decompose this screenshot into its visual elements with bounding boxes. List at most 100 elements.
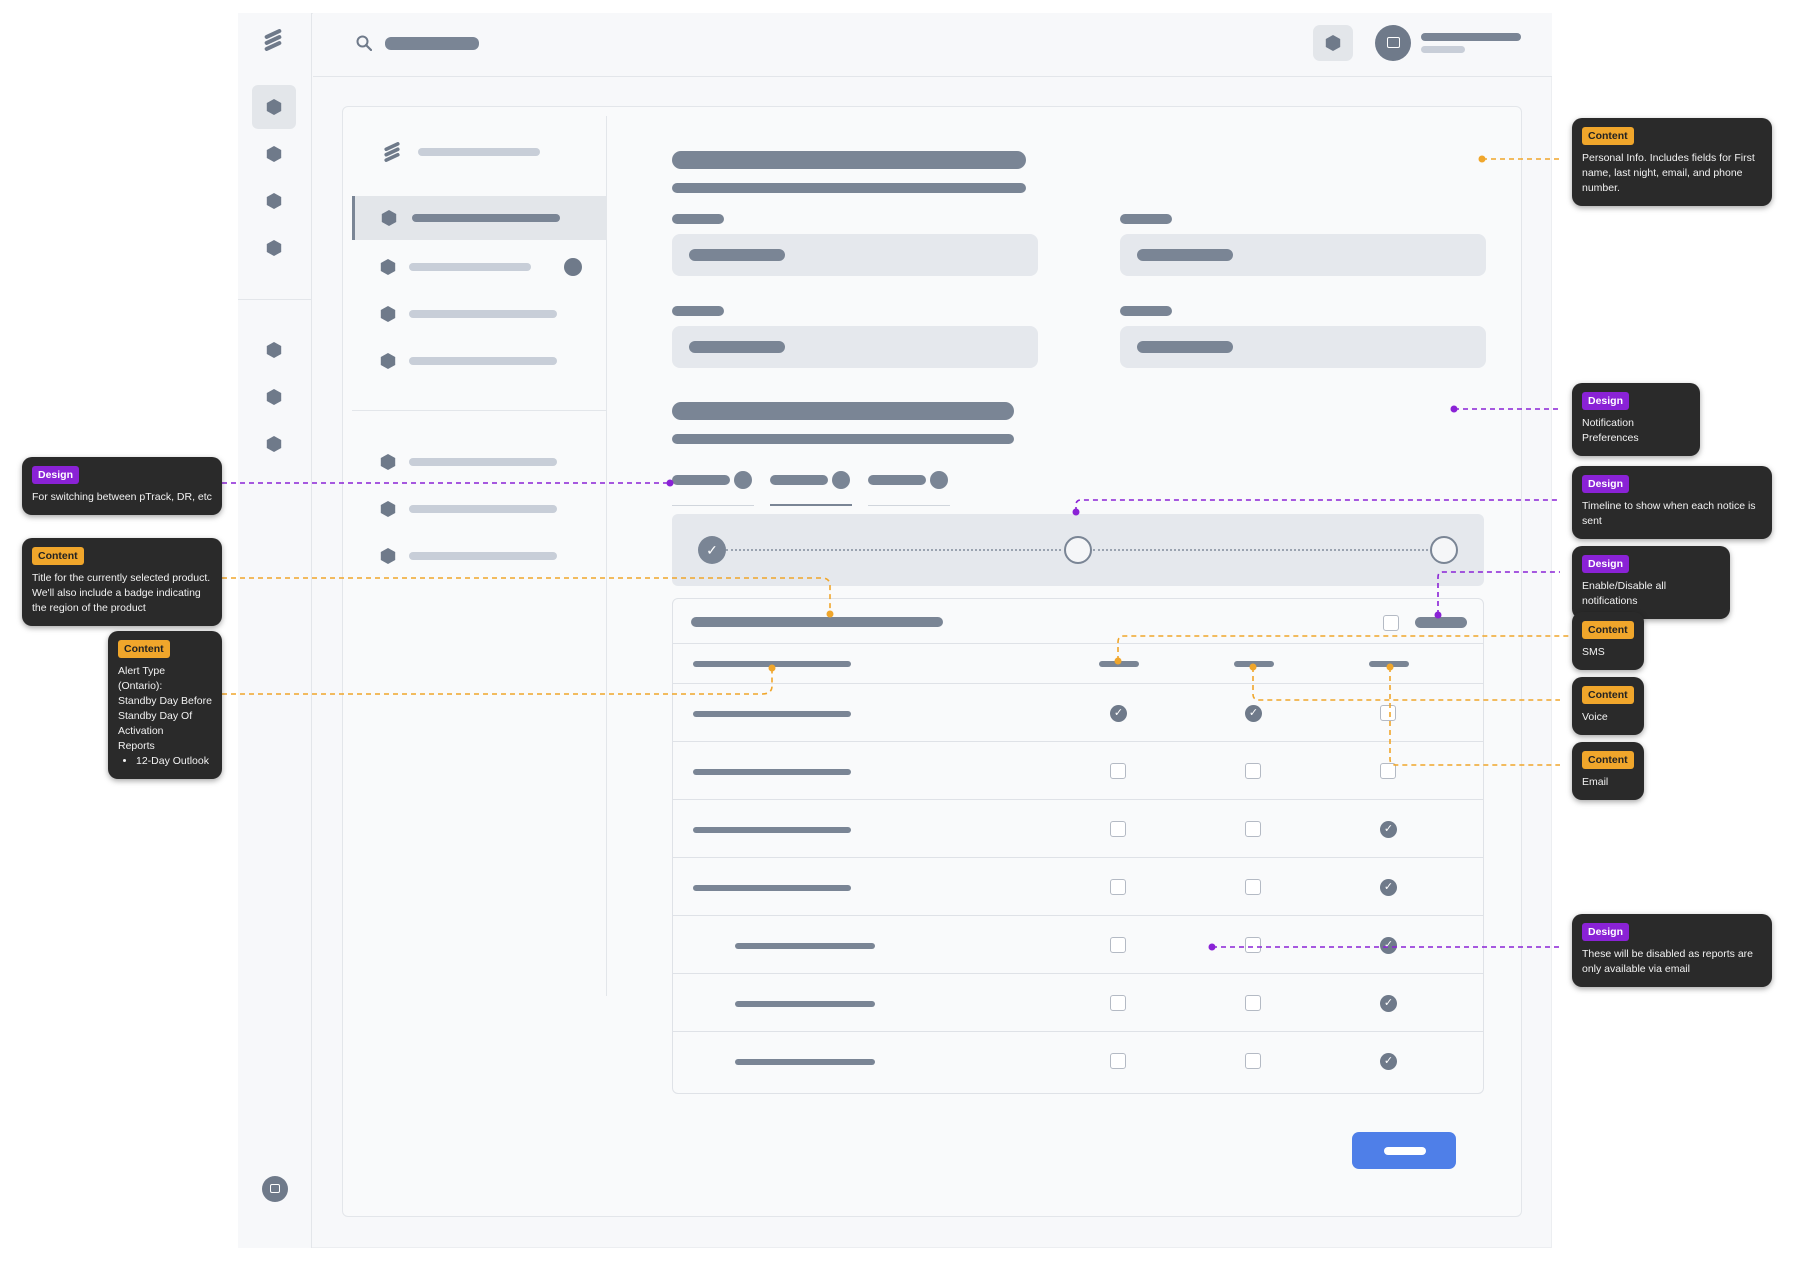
field-label bbox=[672, 306, 724, 316]
hexagon-icon bbox=[380, 353, 396, 369]
rail-item-active[interactable] bbox=[252, 85, 296, 129]
content-tag: Content bbox=[1582, 686, 1634, 704]
search-input[interactable] bbox=[385, 37, 479, 50]
avatar[interactable] bbox=[262, 1176, 288, 1202]
annotation-line: Standby Day Before bbox=[118, 695, 212, 707]
email-checkbox[interactable] bbox=[1380, 705, 1396, 721]
sms-checkbox-disabled bbox=[1110, 937, 1126, 953]
annotation-text: Email bbox=[1582, 776, 1609, 788]
timeline-step-done: ✓ bbox=[698, 536, 726, 564]
voice-checkbox[interactable] bbox=[1245, 879, 1261, 895]
last-name-field[interactable] bbox=[1120, 234, 1486, 276]
email-checkbox[interactable] bbox=[1380, 763, 1396, 779]
hexagon-icon[interactable] bbox=[266, 389, 282, 405]
notification-subtitle bbox=[672, 434, 1014, 444]
search-icon[interactable] bbox=[356, 35, 373, 52]
email-checkbox-checked[interactable]: ✓ bbox=[1380, 937, 1397, 954]
table-header-row bbox=[673, 643, 1483, 683]
hexagon-icon bbox=[380, 259, 396, 275]
subnav-item[interactable] bbox=[352, 346, 606, 376]
row-label bbox=[693, 711, 851, 717]
email-field[interactable] bbox=[672, 326, 1038, 368]
voice-checkbox[interactable] bbox=[1245, 763, 1261, 779]
sms-header bbox=[1099, 661, 1139, 667]
subnav-title bbox=[418, 148, 540, 156]
subnav-item[interactable] bbox=[352, 541, 606, 571]
timeline-step bbox=[1430, 536, 1458, 564]
voice-checkbox-checked[interactable]: ✓ bbox=[1245, 705, 1262, 722]
subnav-item[interactable] bbox=[352, 252, 606, 282]
email-checkbox-checked[interactable]: ✓ bbox=[1380, 879, 1397, 896]
sms-checkbox-checked[interactable]: ✓ bbox=[1110, 705, 1127, 722]
annotation-reports-disabled: Design These will be disabled as reports… bbox=[1572, 914, 1772, 987]
table-row-report: ✓ bbox=[673, 915, 1483, 973]
save-button[interactable] bbox=[1352, 1132, 1456, 1169]
user-role bbox=[1421, 46, 1465, 53]
subnav-divider-horizontal bbox=[352, 410, 606, 411]
voice-checkbox-disabled bbox=[1245, 1053, 1261, 1069]
email-checkbox-checked[interactable]: ✓ bbox=[1380, 995, 1397, 1012]
content-tag: Content bbox=[32, 547, 84, 565]
subnav-item[interactable] bbox=[352, 447, 606, 477]
hexagon-icon[interactable] bbox=[266, 342, 282, 358]
row-label bbox=[693, 769, 851, 775]
field-value bbox=[689, 341, 785, 353]
phone-field[interactable] bbox=[1120, 326, 1486, 368]
product-tab[interactable] bbox=[672, 470, 754, 506]
subnav-item-active[interactable] bbox=[352, 196, 606, 240]
field-label bbox=[672, 214, 724, 224]
product-tab[interactable] bbox=[868, 470, 950, 506]
hexagon-icon bbox=[380, 548, 396, 564]
hexagon-icon[interactable] bbox=[266, 146, 282, 162]
tab-label bbox=[672, 475, 730, 485]
subnav-item-label bbox=[409, 263, 531, 271]
user-name bbox=[1421, 33, 1521, 41]
hexagon-icon bbox=[380, 306, 396, 322]
annotation-line: Alert Type (Ontario): bbox=[118, 665, 166, 692]
voice-checkbox[interactable] bbox=[1245, 821, 1261, 837]
first-name-field[interactable] bbox=[672, 234, 1038, 276]
hexagon-icon bbox=[381, 210, 397, 226]
annotation-text: Timeline to show when each notice is sen… bbox=[1582, 500, 1756, 527]
email-checkbox-checked[interactable]: ✓ bbox=[1380, 1053, 1397, 1070]
enable-all-checkbox[interactable] bbox=[1383, 615, 1399, 631]
user-avatar[interactable] bbox=[1375, 25, 1411, 61]
hexagon-icon[interactable] bbox=[266, 436, 282, 452]
email-header bbox=[1369, 661, 1409, 667]
product-tab-active[interactable] bbox=[770, 470, 852, 506]
notice-timeline: ✓ bbox=[672, 514, 1484, 586]
hexagon-icon[interactable] bbox=[266, 240, 282, 256]
subnav-item-label bbox=[409, 552, 557, 560]
top-bar bbox=[313, 13, 1552, 77]
hexagon-icon[interactable] bbox=[266, 193, 282, 209]
enable-all-toggle[interactable] bbox=[1415, 617, 1467, 628]
top-action-button[interactable] bbox=[1313, 25, 1353, 61]
section-title bbox=[672, 151, 1026, 169]
subnav-item-label bbox=[412, 214, 560, 222]
row-label bbox=[693, 827, 851, 833]
tab-badge bbox=[734, 471, 752, 489]
sms-checkbox[interactable] bbox=[1110, 879, 1126, 895]
annotation-text: Enable/Disable all notifications bbox=[1582, 580, 1667, 607]
subnav-item[interactable] bbox=[352, 494, 606, 524]
hexagon-icon bbox=[380, 501, 396, 517]
sms-checkbox[interactable] bbox=[1110, 821, 1126, 837]
alert-type-header bbox=[693, 661, 851, 667]
annotation-line: Reports bbox=[118, 740, 155, 752]
annotation-enable-disable: Design Enable/Disable all notifications bbox=[1572, 546, 1730, 619]
email-checkbox-checked[interactable]: ✓ bbox=[1380, 821, 1397, 838]
subnav-item[interactable] bbox=[352, 299, 606, 329]
design-tag: Design bbox=[1582, 923, 1630, 941]
row-label bbox=[735, 1059, 875, 1065]
sms-checkbox[interactable] bbox=[1110, 763, 1126, 779]
annotation-product-title: Content Title for the currently selected… bbox=[22, 538, 222, 626]
field-label bbox=[1120, 214, 1172, 224]
annotation-text: Notification Preferences bbox=[1582, 417, 1639, 444]
sms-checkbox-disabled bbox=[1110, 1053, 1126, 1069]
voice-checkbox-disabled bbox=[1245, 937, 1261, 953]
hexagon-icon bbox=[266, 99, 282, 115]
subnav-item-label bbox=[409, 310, 557, 318]
table-row bbox=[673, 741, 1483, 799]
annotation-text: For switching between pTrack, DR, etc bbox=[32, 491, 212, 503]
tab-badge bbox=[832, 471, 850, 489]
